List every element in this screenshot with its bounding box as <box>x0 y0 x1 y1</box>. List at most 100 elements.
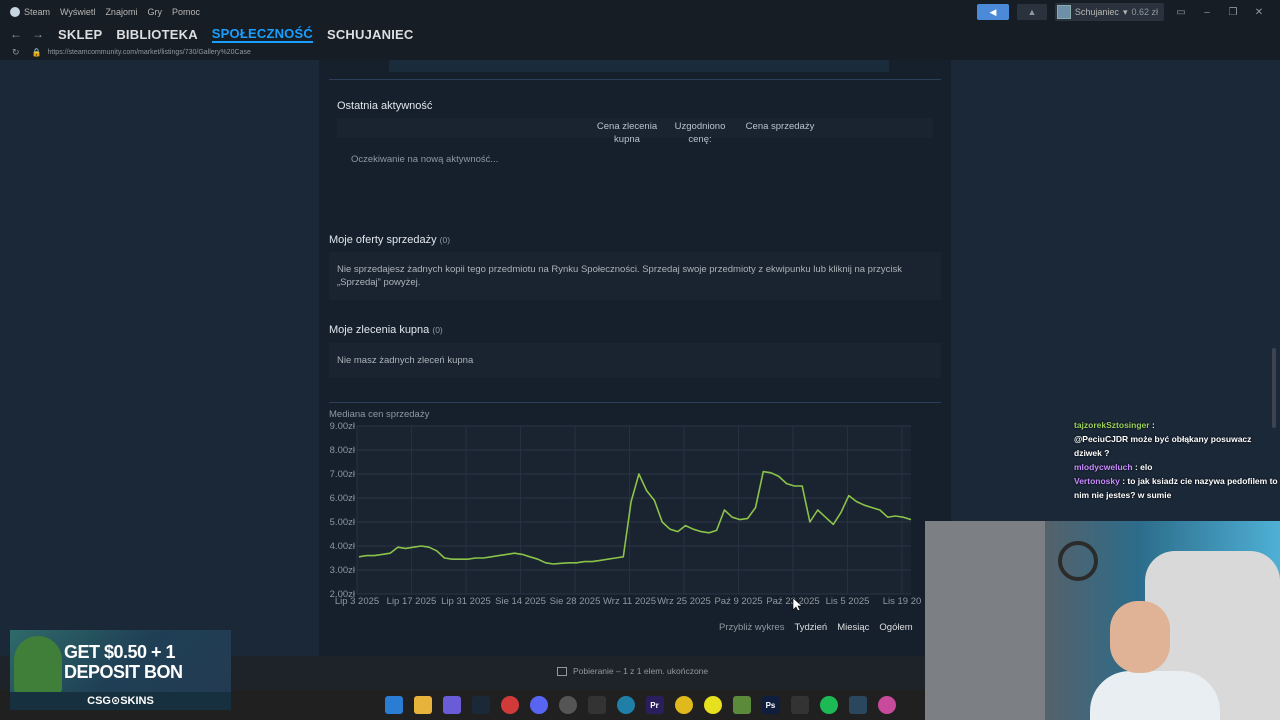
nav-bar: ← → SKLEP BIBLIOTEKA SPOŁECZNOŚĆ SCHUJAN… <box>0 24 1280 44</box>
recent-activity-title: Ostatnia aktywność <box>337 100 433 112</box>
zoom-month-button[interactable]: Miesiąc <box>837 622 869 633</box>
steam-menu[interactable]: Steam <box>10 7 50 17</box>
back-arrow-icon[interactable]: ← <box>10 27 22 41</box>
col-buy-order-price-line2: kupna <box>614 134 640 145</box>
chat-text: : elo <box>1134 462 1153 472</box>
chart-x-tick-label: Sie 28 2025 <box>550 596 601 607</box>
discord-icon[interactable] <box>529 696 548 714</box>
chart-zoom-controls: Przybliż wykres Tydzień Miesiąc Ogółem <box>719 622 913 633</box>
menu-games[interactable]: Gry <box>147 7 162 17</box>
reload-icon[interactable]: ↻ <box>12 47 20 58</box>
obs-icon[interactable] <box>558 696 577 714</box>
forward-arrow-icon[interactable]: → <box>32 27 44 41</box>
user-menu[interactable]: Schujaniec ▾ 0.62 zł <box>1054 3 1164 21</box>
edge-icon[interactable] <box>616 696 635 714</box>
steam-menu-label: Steam <box>24 7 51 17</box>
section-divider <box>329 402 941 403</box>
steam-active-icon[interactable] <box>848 696 867 714</box>
chart-x-tick-label: Sie 14 2025 <box>495 596 546 607</box>
ring-light <box>1058 541 1098 581</box>
minimize-icon[interactable]: – <box>1198 7 1216 18</box>
my-buy-orders-count: (0) <box>432 325 443 335</box>
top-strip <box>329 60 941 80</box>
chart-x-tick-label: Lip 17 2025 <box>387 596 437 607</box>
logitech-icon[interactable] <box>587 696 606 714</box>
nav-community[interactable]: SPOŁECZNOŚĆ <box>211 26 313 43</box>
chrome-profile-icon[interactable] <box>877 696 896 714</box>
wallet-balance: 0.62 zł <box>1131 7 1158 17</box>
price-history-chart[interactable]: 9.00zł 8.00zł 7.00zł 6.00zł 5.00zł 4.00zł 3.00… <box>319 418 951 610</box>
ad-brand: CSG⊙SKINS <box>10 692 231 710</box>
nav-library[interactable]: BIBLIOTEKA <box>116 27 197 42</box>
photoshop-icon[interactable]: Ps <box>761 696 780 714</box>
megaphone-icon: ◀ <box>989 7 997 17</box>
restore-icon[interactable]: ❐ <box>1224 7 1242 18</box>
my-buy-orders-text: Nie masz żadnych zleceń kupna <box>337 355 474 366</box>
windows-start-icon[interactable] <box>384 696 403 714</box>
streamer-head <box>1110 601 1170 673</box>
menu-friends[interactable]: Znajomi <box>105 7 137 17</box>
steam-logo-icon <box>10 7 20 17</box>
close-icon[interactable]: ✕ <box>1250 7 1268 18</box>
app-icon[interactable] <box>790 696 809 714</box>
avatar <box>1056 5 1071 19</box>
chart-y-tick-label: 6.00zł <box>330 493 356 504</box>
stream-chat-overlay: tajzorekSztosinger : @PeciuCJDR może być… <box>1070 418 1280 522</box>
chart-y-tick-label: 7.00zł <box>330 469 356 480</box>
chart-x-tick-label: Wrz 25 2025 <box>657 596 711 607</box>
chart-y-tick-label: 9.00zł <box>330 421 356 432</box>
ad-mascot <box>14 636 62 696</box>
chrome-icon[interactable] <box>674 696 693 714</box>
zoom-week-button[interactable]: Tydzień <box>794 622 827 633</box>
premiere-icon[interactable]: Pr <box>645 696 664 714</box>
chat-message: @PeciuCJDR może być obłąkany posuwacz dz… <box>1070 432 1280 460</box>
steam-taskbar-icon[interactable] <box>471 696 490 714</box>
menu-view[interactable]: Wyświetl <box>60 7 95 17</box>
col-agreed-price-line1: Uzgodniono <box>674 121 726 132</box>
copilot-icon[interactable] <box>442 696 461 714</box>
menu-help[interactable]: Pomoc <box>172 7 200 17</box>
recent-activity: Ostatnia aktywność Cena zlecenia kupna U… <box>329 88 941 198</box>
spotify-icon[interactable] <box>819 696 838 714</box>
bell-icon: ▲ <box>1027 7 1037 17</box>
opera-icon[interactable] <box>500 696 519 714</box>
steam-client-window: Steam Wyświetl Znajomi Gry Pomoc ◀ ▲ Sch… <box>0 0 1280 720</box>
webcam-overlay <box>925 521 1280 720</box>
streamer <box>1090 601 1220 720</box>
chart-x-tick-label: Lip 31 2025 <box>441 596 491 607</box>
chart-x-tick-label: Paź 9 2025 <box>714 596 762 607</box>
nav-profile[interactable]: SCHUJANIEC <box>327 27 414 42</box>
col-agreed-price-line2: cenę: <box>688 134 712 145</box>
webcam-wall <box>925 521 1045 720</box>
waiting-text: Oczekiwanie na nową aktywność... <box>351 154 499 165</box>
user-name: Schujaniec <box>1074 7 1119 17</box>
notifications-button[interactable]: ▲ <box>1016 4 1047 20</box>
my-listings-text-2: „Sprzedaj” powyżej. <box>337 277 421 288</box>
zoom-all-button[interactable]: Ogółem <box>879 622 912 633</box>
page-scrollbar[interactable] <box>1272 348 1276 428</box>
download-icon <box>557 666 567 676</box>
my-listings-text-1: Nie sprzedajesz żadnych kopii tego przed… <box>337 264 902 275</box>
download-status[interactable]: Pobieranie – 1 z 1 elem. ukończone <box>557 666 708 676</box>
chat-message: tajzorekSztosinger : <box>1070 418 1280 432</box>
chart-y-tick-label: 8.00zł <box>330 445 356 456</box>
chart-y-tick-label: 5.00zł <box>330 517 356 528</box>
chevron-down-icon: ▾ <box>1122 6 1128 17</box>
big-picture-icon[interactable]: ▭ <box>1172 7 1190 18</box>
snapchat-icon[interactable] <box>703 696 722 714</box>
col-buy-order-price: Cena zlecenia kupna <box>587 120 667 146</box>
chat-message: Vertonosky : to jak ksiadz cie nazywa pe… <box>1070 474 1280 502</box>
chart-y-tick-label: 4.00zł <box>330 541 356 552</box>
col-buy-order-price-line1: Cena zlecenia <box>596 121 658 132</box>
chart-x-tick-label: Lis 5 2025 <box>826 596 870 607</box>
nav-store[interactable]: SKLEP <box>58 27 102 42</box>
announcements-button[interactable]: ◀ <box>976 4 1009 20</box>
url-text[interactable]: https://steamcommunity.com/market/listin… <box>48 49 251 56</box>
file-explorer-icon[interactable] <box>413 696 432 714</box>
chart-x-tick-label: Lip 3 2025 <box>335 596 379 607</box>
chat-user: mlodycweluch <box>1074 462 1133 472</box>
my-buy-orders-label: Moje zlecenia kupna <box>329 324 430 336</box>
stream-ad-banner: GET $0.50 + 1 DEPOSIT BON CSG⊙SKINS <box>10 630 231 710</box>
minecraft-icon[interactable] <box>732 696 751 714</box>
my-buy-orders-box: Nie masz żadnych zleceń kupna <box>329 343 941 378</box>
